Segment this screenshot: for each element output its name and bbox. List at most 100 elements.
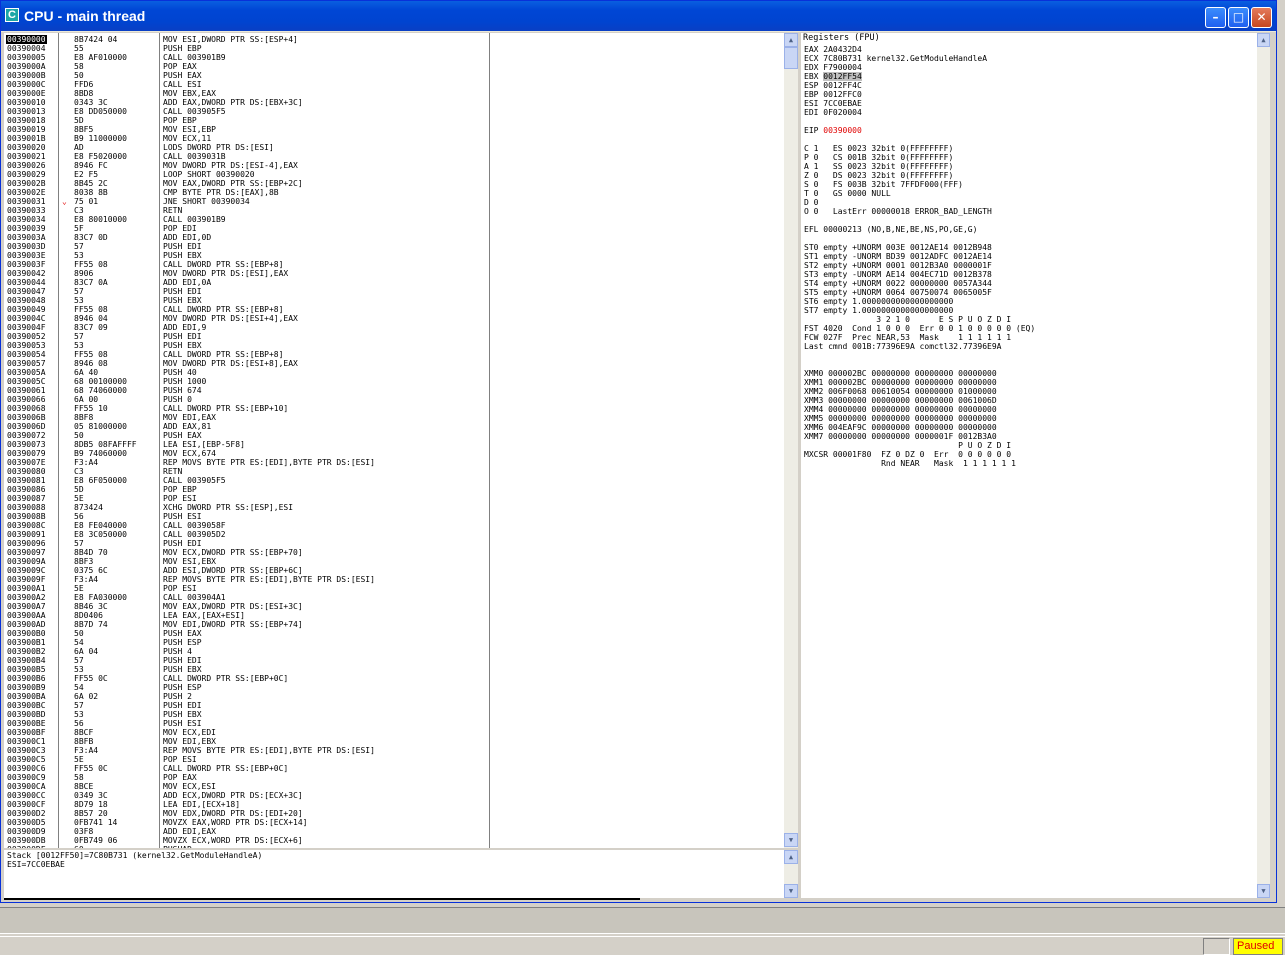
disasm-row[interactable]: 00390039 5F POP EDI [4,224,784,233]
register-line[interactable]: Z 0 DS 0023 32bit 0(FFFFFFFF) [804,171,953,180]
register-line[interactable]: C 1 ES 0023 32bit 0(FFFFFFFF) [804,144,953,153]
disasm-row[interactable]: 0039003E 53 PUSH EBX [4,251,784,260]
disasm-row[interactable]: 0039009A 8BF3 MOV ESI,EBX [4,557,784,566]
disasm-row[interactable]: 003900B9 54 PUSH ESP [4,683,784,692]
scroll-thumb[interactable] [784,47,798,69]
disasm-row[interactable]: 0039001B B9 11000000 MOV ECX,11 [4,134,784,143]
info-pane[interactable]: Stack [0012FF50]=7C80B731 (kernel32.GetM… [4,850,784,898]
disasm-row[interactable]: 00390066 6A 00 PUSH 0 [4,395,784,404]
register-line[interactable]: XMM2 006F0068 00610054 00000000 01000000 [804,387,997,396]
disasm-row[interactable]: 00390081 E8 6F050000 CALL 003905F5 [4,476,784,485]
disasm-row[interactable]: 00390047 57 PUSH EDI [4,287,784,296]
disasm-row[interactable]: 00390020 AD LODS DWORD PTR DS:[ESI] [4,143,784,152]
disasm-row[interactable]: 003900BC 57 PUSH EDI [4,701,784,710]
register-line[interactable]: S 0 FS 003B 32bit 7FFDF000(FFF) [804,180,963,189]
register-line[interactable]: ST6 empty 1.0000000000000000000 [804,297,953,306]
disasm-row[interactable]: 00390033 C3 RETN [4,206,784,215]
disasm-row[interactable]: 00390053 53 PUSH EBX [4,341,784,350]
register-line[interactable]: MXCSR 00001F80 FZ 0 DZ 0 Err 0 0 0 0 0 0 [804,450,1011,459]
disasm-row[interactable]: 0039004F 83C7 09 ADD EDI,9 [4,323,784,332]
register-line[interactable]: 3 2 1 0 E S P U O Z D I [804,315,1011,324]
register-line[interactable]: ECX 7C80B731 kernel32.GetModuleHandleA [804,54,987,63]
disasm-row[interactable]: 003900B2 6A 04 PUSH 4 [4,647,784,656]
disasm-row[interactable]: 00390054 FF55 08 CALL DWORD PTR SS:[EBP+8] [4,350,784,359]
info-scrollbar[interactable]: ▲ ▼ [784,850,798,898]
scroll-up-icon[interactable]: ▲ [784,850,798,864]
register-line[interactable]: EIP 00390000 [804,126,862,135]
register-line[interactable]: XMM6 004EAF9C 00000000 00000000 00000000 [804,423,997,432]
disasm-row[interactable]: 00390088 873424 XCHG DWORD PTR SS:[ESP],ES… [4,503,784,512]
register-line[interactable]: ST3 empty -UNORM AE14 004EC71D 0012B378 [804,270,992,279]
disasm-row[interactable]: 00390010 0343 3C ADD EAX,DWORD PTR DS:[EBX… [4,98,784,107]
register-line[interactable]: EFL 00000213 (NO,B,NE,BE,NS,PO,GE,G) [804,225,977,234]
disasm-row[interactable]: 00390072 50 PUSH EAX [4,431,784,440]
disasm-row[interactable]: 003900B4 57 PUSH EDI [4,656,784,665]
register-line[interactable]: EBP 0012FFC0 [804,90,862,99]
disasm-row[interactable]: 003900C5 5E POP ESI [4,755,784,764]
registers-pane[interactable]: Registers (FPU) EAX 2A0432D4 ECX 7C80B731… [801,33,1257,898]
disasm-row[interactable]: 00390048 53 PUSH EBX [4,296,784,305]
disasm-row[interactable]: 00390000 8B7424 04 MOV ESI,DWORD PTR SS:[E… [4,35,784,44]
register-line[interactable]: Rnd NEAR Mask 1 1 1 1 1 1 [804,459,1016,468]
close-button[interactable]: ✕ [1251,7,1272,28]
disasm-row[interactable]: 003900BA 6A 02 PUSH 2 [4,692,784,701]
disasm-row[interactable]: 003900C9 58 POP EAX [4,773,784,782]
register-line[interactable]: T 0 GS 0000 NULL [804,189,891,198]
disasm-row[interactable]: 00390073 8DB5 08FAFFFF LEA ESI,[EBP-5F8] [4,440,784,449]
disassembly-scrollbar[interactable]: ▲ ▼ [784,33,798,848]
disasm-row[interactable]: 0039008C E8 FE040000 CALL 0039058F [4,521,784,530]
disasm-row[interactable]: 00390021 E8 F5020000 CALL 0039031B [4,152,784,161]
disasm-row[interactable]: 00390080 C3 RETN [4,467,784,476]
scroll-down-icon[interactable]: ▼ [1257,884,1270,898]
disasm-row[interactable]: 00390034 E8 80010000 CALL 003901B9 [4,215,784,224]
disasm-row[interactable]: 00390097 8B4D 70 MOV ECX,DWORD PTR SS:[EBP… [4,548,784,557]
disasm-row[interactable]: 003900DB 0FB749 06 MOVZX ECX,WORD PTR DS:[… [4,836,784,845]
disasm-row[interactable]: 0039003A 83C7 0D ADD EDI,0D [4,233,784,242]
disasm-row[interactable]: 00390049 FF55 08 CALL DWORD PTR SS:[EBP+8] [4,305,784,314]
disasm-row[interactable]: 0039000B 50 PUSH EAX [4,71,784,80]
horizontal-scroll-track[interactable] [4,898,640,900]
register-line[interactable]: EBX 0012FF54 [804,72,862,81]
scroll-up-icon[interactable]: ▲ [784,33,798,47]
disasm-row[interactable]: 003900B0 50 PUSH EAX [4,629,784,638]
disasm-row[interactable]: 00390096 57 PUSH EDI [4,539,784,548]
register-line[interactable]: XMM0 000002BC 00000000 00000000 00000000 [804,369,997,378]
register-line[interactable]: EDI 0F020004 [804,108,862,117]
disasm-row[interactable]: 003900A1 5E POP ESI [4,584,784,593]
register-line[interactable]: XMM7 00000000 00000000 0000001F 0012B3A0 [804,432,997,441]
disasm-row[interactable]: 003900B1 54 PUSH ESP [4,638,784,647]
disasm-row[interactable]: 003900D5 0FB741 14 MOVZX EAX,WORD PTR DS:[… [4,818,784,827]
disasm-row[interactable]: 003900A2 E8 FA030000 CALL 003904A1 [4,593,784,602]
disasm-row[interactable]: 00390013 E8 DD050000 CALL 003905F5 [4,107,784,116]
disasm-row[interactable]: 0039006D 05 81000000 ADD EAX,81 [4,422,784,431]
disasm-row[interactable]: 0039009C 0375 6C ADD ESI,DWORD PTR SS:[EBP… [4,566,784,575]
scroll-up-icon[interactable]: ▲ [1257,33,1270,47]
register-line[interactable]: EAX 2A0432D4 [804,45,862,54]
register-line[interactable]: ST0 empty +UNORM 003E 0012AE14 0012B948 [804,243,992,252]
register-line[interactable]: XMM3 00000000 00000000 00000000 0061006D [804,396,997,405]
disasm-row[interactable]: 0039003D 57 PUSH EDI [4,242,784,251]
register-line[interactable]: ESP 0012FF4C [804,81,862,90]
register-line[interactable]: ESI 7CC0EBAE [804,99,862,108]
disasm-row[interactable]: 00390061 68 74060000 PUSH 674 [4,386,784,395]
register-line[interactable]: ST1 empty -UNORM BD39 0012ADFC 0012AE14 [804,252,992,261]
scroll-down-icon[interactable]: ▼ [784,884,798,898]
disasm-row[interactable]: 0039009F F3:A4 REP MOVS BYTE PTR ES:[EDI],… [4,575,784,584]
maximize-button[interactable]: □ [1228,7,1249,28]
disasm-row[interactable]: 003900AA 8D0406 LEA EAX,[EAX+ESI] [4,611,784,620]
disasm-row[interactable]: 00390005 E8 AF010000 CALL 003901B9 [4,53,784,62]
disasm-row[interactable]: 00390068 FF55 10 CALL DWORD PTR SS:[EBP+10… [4,404,784,413]
disasm-row[interactable]: 003900A7 8B46 3C MOV EAX,DWORD PTR DS:[ESI… [4,602,784,611]
disasm-row[interactable]: 0039006B 8BF8 MOV EDI,EAX [4,413,784,422]
registers-scrollbar[interactable]: ▲ ▼ [1257,33,1270,898]
register-line[interactable]: XMM1 000002BC 00000000 00000000 00000000 [804,378,997,387]
disasm-row[interactable]: 0039002E 8038 8B CMP BYTE PTR DS:[EAX],8B [4,188,784,197]
disasm-row[interactable]: 003900BE 56 PUSH ESI [4,719,784,728]
disasm-row[interactable]: 003900BD 53 PUSH EBX [4,710,784,719]
register-line[interactable]: ST2 empty +UNORM 0001 0012B3A0 0000001F [804,261,992,270]
disasm-row[interactable]: 0039008B 56 PUSH ESI [4,512,784,521]
disasm-row[interactable]: 00390086 5D POP EBP [4,485,784,494]
disasm-row[interactable]: 0039000C FFD6 CALL ESI [4,80,784,89]
disasm-row[interactable]: 0039002B 8B45 2C MOV EAX,DWORD PTR SS:[EBP… [4,179,784,188]
disasm-row[interactable]: 0039004C 8946 04 MOV DWORD PTR DS:[ESI+4],… [4,314,784,323]
